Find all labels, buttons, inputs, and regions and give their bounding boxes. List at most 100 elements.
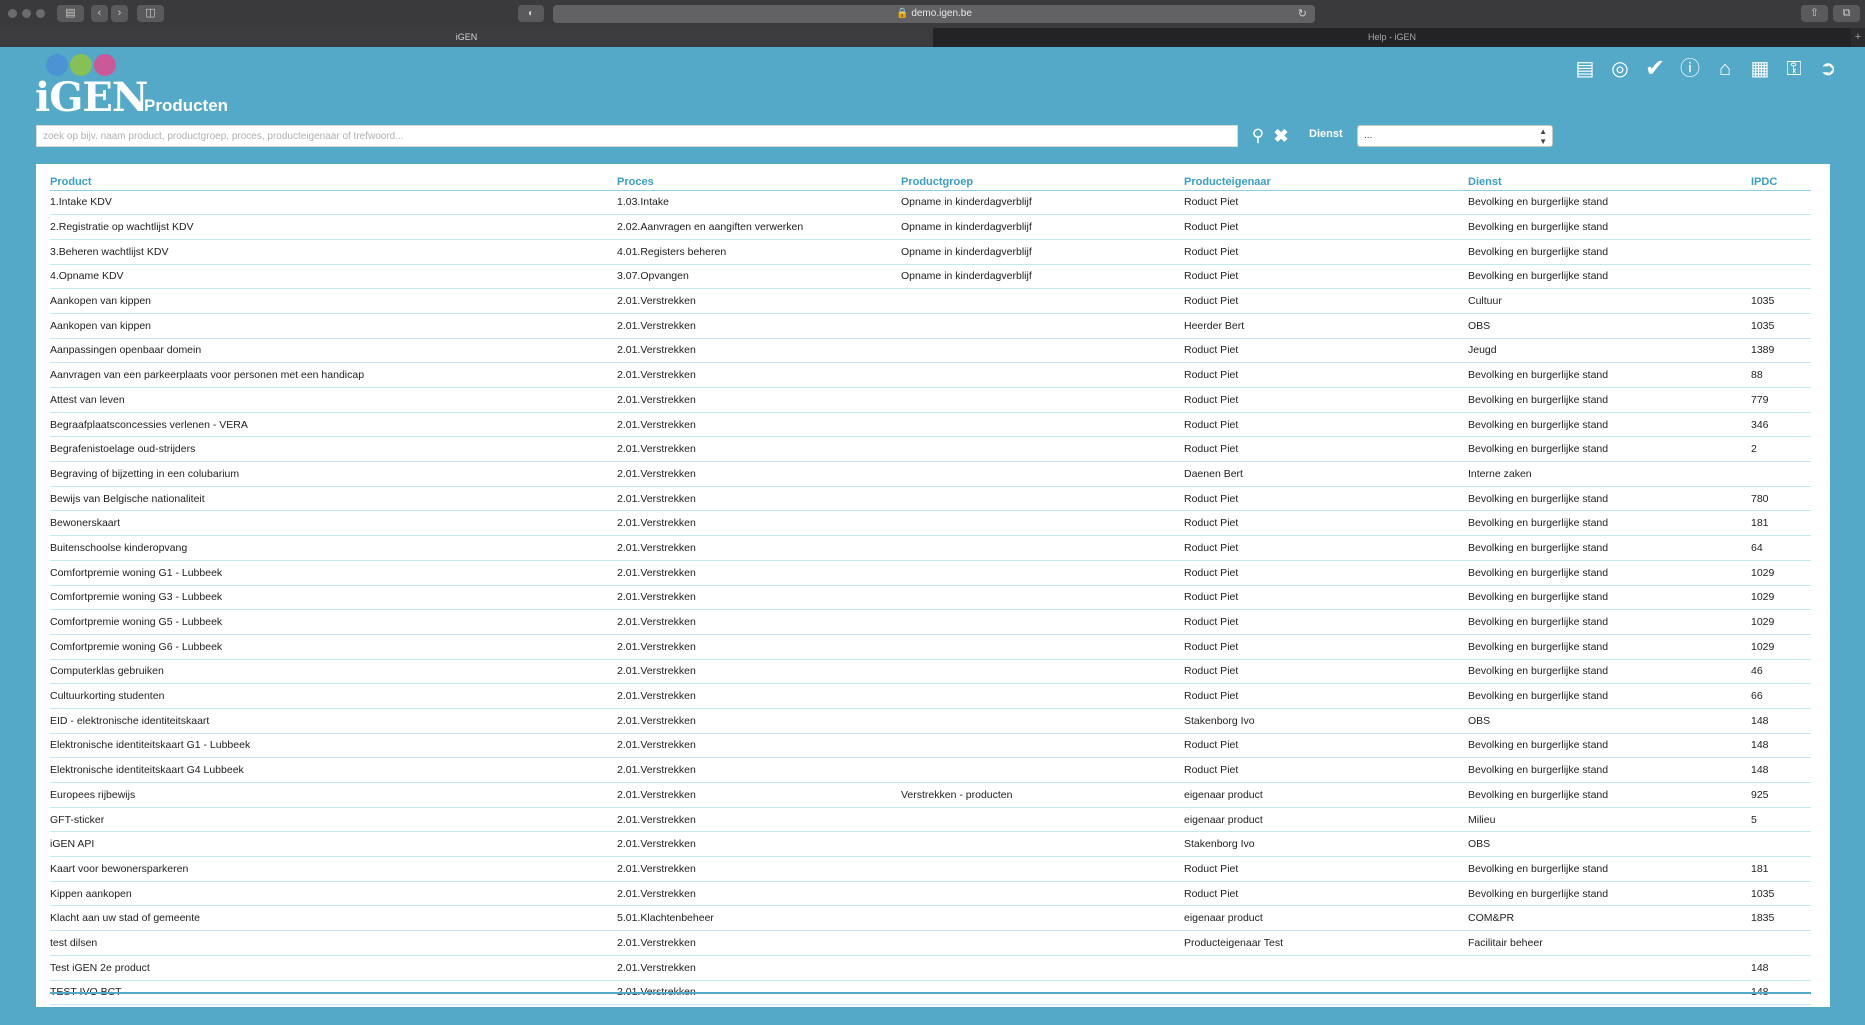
table-row[interactable]: EID - elektronische identiteitskaart 2.01… <box>50 708 1811 734</box>
cell-product: Comfortpremie woning G6 - Lubbeek <box>50 634 617 660</box>
privacy-shield-icon[interactable]: ◐ <box>518 5 544 22</box>
cell-proces: 2.01.Verstrekken <box>617 757 901 783</box>
table-row[interactable]: Elektronische identiteitskaart G4 Lubbee… <box>50 757 1811 783</box>
table-row[interactable]: Comfortpremie woning G5 - Lubbeek 2.01.Ve… <box>50 609 1811 635</box>
table-row[interactable]: Aanvragen van een parkeerplaats voor per… <box>50 362 1811 388</box>
cell-dienst: Bevolking en burgerlijke stand <box>1468 436 1751 463</box>
cell-productgroep <box>901 930 1184 956</box>
cell-productgroep <box>901 955 1184 981</box>
cell-proces: 2.01.Verstrekken <box>617 461 901 487</box>
column-header-producteigenaar[interactable]: Producteigenaar <box>1184 164 1468 191</box>
cell-dienst: COM&PR <box>1468 905 1751 932</box>
checkmark-icon[interactable]: ✔ <box>1642 56 1668 82</box>
table-row[interactable]: 2.Registratie op wachtlijst KDV 2.02.Aanv… <box>50 214 1811 240</box>
cell-product: Buitenschoolse kinderopvang <box>50 535 617 561</box>
tab-overview-icon[interactable]: ◫ <box>137 5 164 22</box>
table-row[interactable]: Begrafenistoelage oud-strijders 2.01.Vers… <box>50 436 1811 463</box>
table-row[interactable]: Comfortpremie woning G1 - Lubbeek 2.01.Ve… <box>50 560 1811 586</box>
search-icon[interactable]: ⚲ <box>1248 125 1268 147</box>
search-input[interactable] <box>36 125 1238 147</box>
table-row[interactable]: Europees rijbewijs 2.01.Verstrekken Verstr… <box>50 782 1811 808</box>
table-row[interactable]: Kippen aankopen 2.01.Verstrekken Roduct Pi… <box>50 881 1811 907</box>
column-header-productgroep[interactable]: Productgroep <box>901 164 1184 191</box>
table-row[interactable]: Attest van leven 2.01.Verstrekken Roduct P… <box>50 387 1811 413</box>
dienst-filter-label: Dienst <box>1309 128 1343 140</box>
minimize-window-icon[interactable] <box>22 9 31 18</box>
cell-proces: 5.01.Klachtenbeheer <box>617 905 901 932</box>
tab-label: iGEN <box>455 32 478 42</box>
cell-ipdc: 1029 <box>1751 609 1811 635</box>
table-row[interactable]: Aankopen van kippen 2.01.Verstrekken Heerd… <box>50 313 1811 339</box>
column-header-product[interactable]: Product <box>50 164 617 191</box>
table-row[interactable]: Bewonerskaart 2.01.Verstrekken Roduct Piet… <box>50 510 1811 537</box>
table-row[interactable]: Kaart voor bewonersparkeren 2.01.Verstrek… <box>50 856 1811 882</box>
table-row[interactable]: Bewijs van Belgische nationaliteit 2.01.V… <box>50 486 1811 512</box>
cell-product: Test iGEN 2e product <box>50 955 617 981</box>
cell-proces: 2.01.Verstrekken <box>617 362 901 388</box>
help-icon[interactable]: ⓘ <box>1677 56 1703 82</box>
logout-icon[interactable]: ➲ <box>1815 56 1841 82</box>
cell-proces: 2.01.Verstrekken <box>617 585 901 611</box>
table-row[interactable]: Computerklas gebruiken 2.01.Verstrekken Ro… <box>50 659 1811 685</box>
cell-ipdc <box>1751 214 1811 240</box>
tab-igen[interactable]: iGEN <box>0 28 933 47</box>
cell-dienst: Bevolking en burgerlijke stand <box>1468 609 1751 635</box>
cell-producteigenaar: Roduct Piet <box>1184 436 1468 463</box>
table-row[interactable]: Test iGEN 2e product 2.01.Verstrekken 148 <box>50 955 1811 981</box>
back-icon[interactable]: ‹ <box>91 5 108 22</box>
cell-dienst: Bevolking en burgerlijke stand <box>1468 634 1751 660</box>
address-bar[interactable]: 🔒 demo.igen.be ↻ <box>553 5 1315 23</box>
panel-divider <box>50 992 1811 994</box>
home-icon[interactable]: ⌂ <box>1712 56 1738 82</box>
table-row[interactable]: Comfortpremie woning G6 - Lubbeek 2.01.Ve… <box>50 634 1811 660</box>
cell-proces: 2.02.Aanvragen en aangiften verwerken <box>617 214 901 240</box>
table-row[interactable]: Klacht aan uw stad of gemeente 5.01.Klach… <box>50 905 1811 932</box>
tab-help-igen[interactable]: Help - iGEN <box>933 28 1851 47</box>
table-row[interactable]: Buitenschoolse kinderopvang 2.01.Verstrek… <box>50 535 1811 561</box>
cell-productgroep <box>901 585 1184 611</box>
igen-logo[interactable]: iGEN <box>35 54 148 120</box>
column-header-proces[interactable]: Proces <box>617 164 901 191</box>
table-row[interactable]: iGEN API 2.01.Verstrekken Stakenborg Ivo OB… <box>50 831 1811 858</box>
cell-producteigenaar: Roduct Piet <box>1184 659 1468 685</box>
cell-product: Comfortpremie woning G1 - Lubbeek <box>50 560 617 586</box>
cell-product: GFT-sticker <box>50 807 617 833</box>
column-header-dienst[interactable]: Dienst <box>1468 164 1751 191</box>
table-row[interactable]: Cultuurkorting studenten 2.01.Verstrekken… <box>50 683 1811 709</box>
column-header-ipdc[interactable]: IPDC <box>1751 164 1811 191</box>
share-icon[interactable]: ⇧ <box>1801 5 1828 22</box>
table-row[interactable]: 1.Intake KDV 1.03.Intake Opname in kinderd… <box>50 190 1811 216</box>
cell-product: 4.Opname KDV <box>50 264 617 290</box>
table-row[interactable]: 3.Beheren wachtlijst KDV 4.01.Registers b… <box>50 239 1811 265</box>
cell-productgroep <box>901 338 1184 364</box>
forward-icon[interactable]: › <box>111 5 128 22</box>
cell-productgroep <box>901 560 1184 586</box>
target-icon[interactable]: ◎ <box>1607 56 1633 82</box>
table-row[interactable]: 4.Opname KDV 3.07.Opvangen Opname in kinde… <box>50 264 1811 290</box>
maximize-window-icon[interactable] <box>36 9 45 18</box>
key-icon[interactable]: ⚿ <box>1781 56 1807 82</box>
new-tab-icon[interactable]: + <box>1851 28 1865 47</box>
cell-productgroep <box>901 535 1184 561</box>
table-row[interactable]: Aanpassingen openbaar domein 2.01.Verstre… <box>50 338 1811 364</box>
table-row[interactable]: Comfortpremie woning G3 - Lubbeek 2.01.Ve… <box>50 585 1811 611</box>
url-text: demo.igen.be <box>911 8 972 19</box>
table-row[interactable]: Aankopen van kippen 2.01.Verstrekken Roduc… <box>50 288 1811 314</box>
cell-dienst: Bevolking en burgerlijke stand <box>1468 190 1751 216</box>
new-window-icon[interactable]: ⧉ <box>1833 5 1860 22</box>
clear-icon[interactable]: ✖ <box>1271 125 1291 147</box>
table-row[interactable]: test dilsen 2.01.Verstrekken Producteigena… <box>50 930 1811 956</box>
table-icon[interactable]: ▦ <box>1747 56 1773 82</box>
list-icon[interactable]: ▤ <box>1572 56 1598 82</box>
table-row[interactable]: Begraafplaatsconcessies verlenen - VERA 2… <box>50 412 1811 438</box>
cell-proces: 2.01.Verstrekken <box>617 955 901 981</box>
cell-product: 3.Beheren wachtlijst KDV <box>50 239 617 265</box>
close-window-icon[interactable] <box>8 9 17 18</box>
table-row[interactable]: GFT-sticker 2.01.Verstrekken eigenaar prod… <box>50 807 1811 833</box>
dienst-select[interactable]: ... ▲ ▼ <box>1357 125 1553 147</box>
sidebar-toggle-icon[interactable]: ▤ <box>57 5 84 22</box>
table-row[interactable]: Elektronische identiteitskaart G1 - Lubb… <box>50 733 1811 759</box>
cell-ipdc <box>1751 190 1811 216</box>
table-row[interactable]: Begraving of bijzetting in een colubariu… <box>50 461 1811 487</box>
reload-icon[interactable]: ↻ <box>1298 5 1307 23</box>
